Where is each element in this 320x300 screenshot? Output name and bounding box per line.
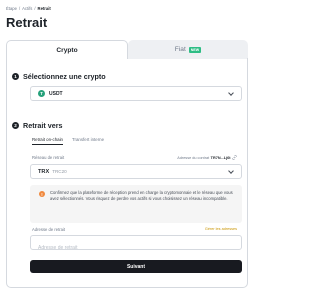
tab-on-chain[interactable]: Retrait on-chain <box>32 137 63 145</box>
tether-icon: T <box>38 90 45 97</box>
next-button[interactable]: Suivant <box>30 260 242 273</box>
selected-coin: USDT <box>49 90 63 97</box>
chevron-down-icon <box>228 89 234 96</box>
address-input-wrapper <box>30 235 242 255</box>
network-code: TRX <box>38 168 50 175</box>
new-badge: NEW <box>188 46 202 53</box>
network-name: TRC20 <box>52 169 67 174</box>
manage-addresses-link[interactable]: Gérer les adresses <box>205 227 237 231</box>
breadcrumb: Étape / Actifs / Retrait <box>6 6 51 11</box>
contract-address-value: TR7N...Lj6t <box>210 155 231 160</box>
link-icon[interactable] <box>232 155 237 160</box>
warning-icon: ! <box>39 191 45 197</box>
network-label: Réseau de retrait <box>32 155 65 160</box>
breadcrumb-item-assets[interactable]: Actifs <box>22 6 32 11</box>
tab-fiat[interactable]: Fiat NEW <box>128 40 248 59</box>
warning-text: Confirmez que la plateforme de réception… <box>50 190 233 202</box>
breadcrumb-separator: / <box>34 6 36 11</box>
breadcrumb-current: Retrait <box>37 6 51 11</box>
step-number: 2 <box>12 122 19 129</box>
tab-internal-transfer[interactable]: Transfert interne <box>72 137 104 145</box>
step-title: Sélectionnez une crypto <box>23 72 106 81</box>
chevron-down-icon <box>228 167 234 174</box>
address-input[interactable] <box>31 241 241 255</box>
tab-crypto-label: Crypto <box>56 46 78 54</box>
withdraw-method-tabs: Retrait on-chain Transfert interne <box>32 137 104 145</box>
breadcrumb-separator: / <box>18 6 21 11</box>
contract-address-label: Adresse du contrat <box>177 155 210 160</box>
page-title: Retrait <box>6 15 48 30</box>
withdraw-type-tabs: Crypto Fiat NEW <box>6 40 248 59</box>
step-number: 1 <box>12 73 19 80</box>
step-title: Retrait vers <box>23 121 63 130</box>
network-select[interactable]: TRX TRC20 <box>30 164 242 179</box>
step-select-crypto: 1 Sélectionnez une crypto <box>12 72 106 81</box>
address-label: Adresse de retrait <box>32 227 66 232</box>
network-warning: ! Confirmez que la plateforme de récepti… <box>30 185 242 223</box>
contract-address: Adresse du contrat TR7N...Lj6t <box>177 155 237 160</box>
withdraw-panel: 1 Sélectionnez une crypto T USDT 2 Retra… <box>6 58 248 288</box>
step-withdraw-to: 2 Retrait vers <box>12 121 63 130</box>
breadcrumb-item-step[interactable]: Étape <box>6 6 17 11</box>
tab-crypto[interactable]: Crypto <box>6 40 128 59</box>
crypto-select[interactable]: T USDT <box>30 86 242 101</box>
tab-fiat-label: Fiat <box>174 46 186 53</box>
